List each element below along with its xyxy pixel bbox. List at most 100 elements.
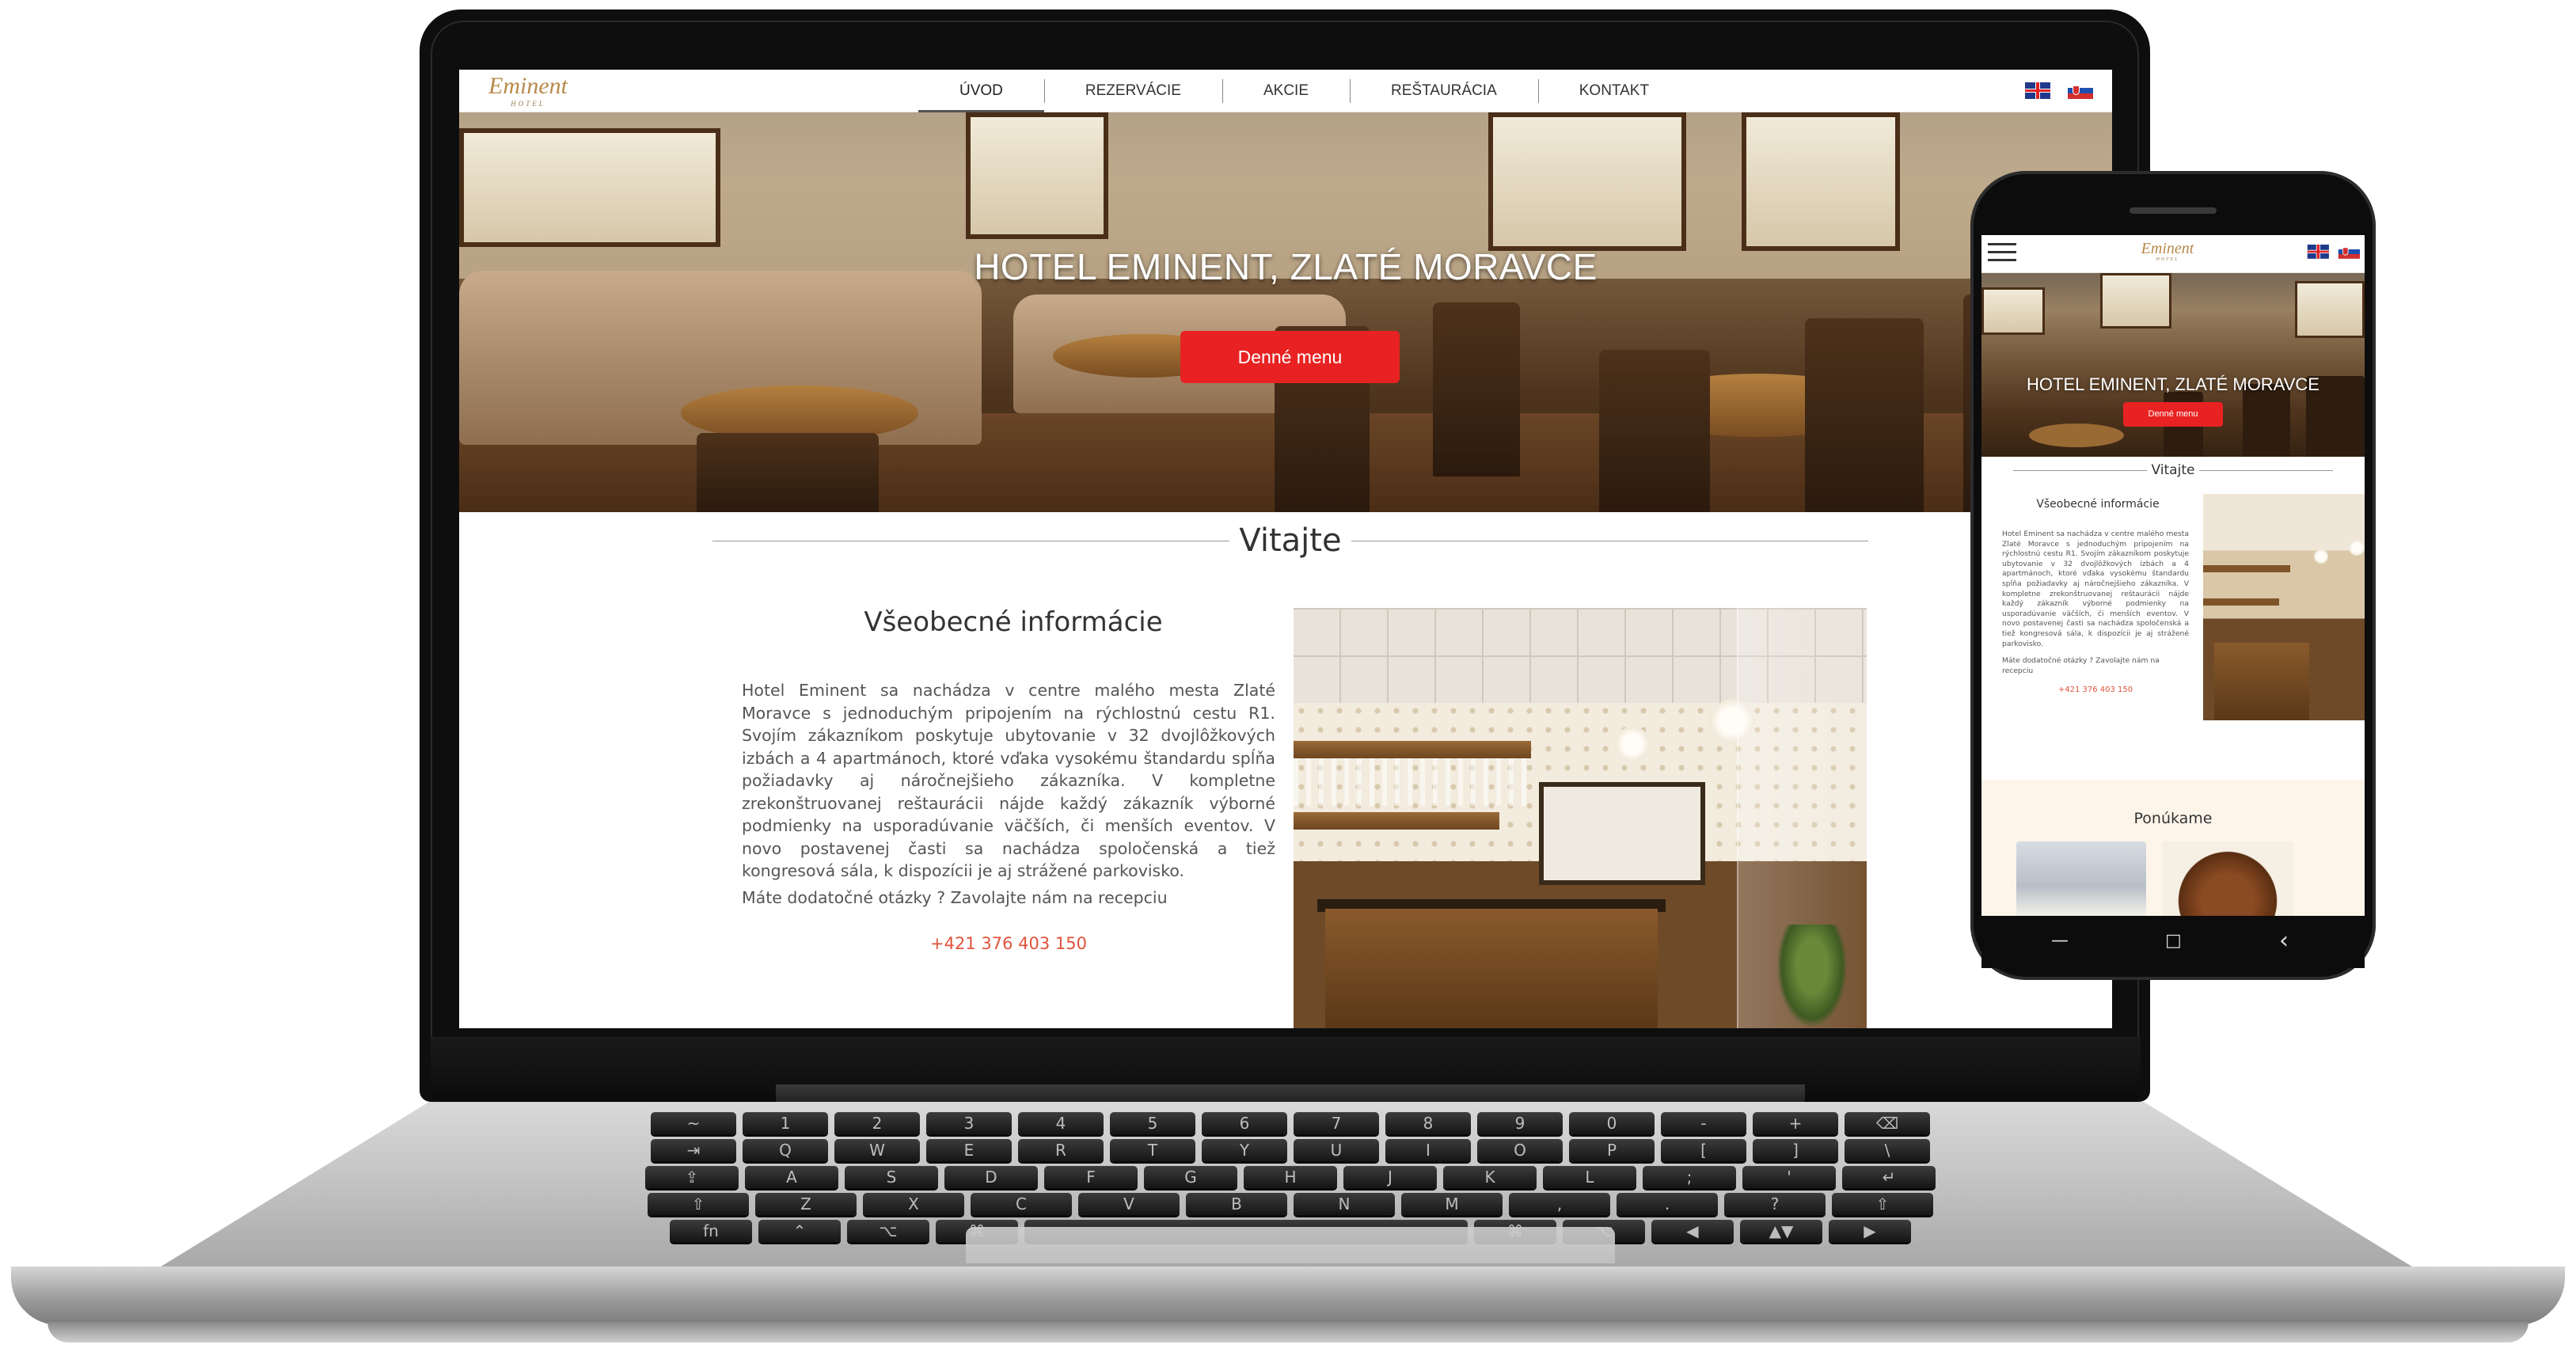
keyboard-key: T bbox=[1110, 1139, 1195, 1161]
info-question: Máte dodatočné otázky ? Zavolajte nám na… bbox=[742, 888, 1168, 907]
reception-phone-link[interactable]: +421 376 403 150 bbox=[742, 934, 1275, 953]
nav-item-restauracia[interactable]: REŠTAURÁCIA bbox=[1350, 70, 1538, 112]
nav-item-kontakt[interactable]: KONTAKT bbox=[1537, 70, 1690, 112]
sk-flag-icon[interactable] bbox=[2338, 245, 2360, 259]
hamburger-menu-icon[interactable] bbox=[1988, 243, 2016, 264]
laptop-base-front bbox=[11, 1267, 2565, 1325]
keyboard-key: I bbox=[1385, 1139, 1471, 1161]
hero-chair bbox=[1599, 350, 1710, 512]
keyboard-key: Z bbox=[755, 1193, 857, 1215]
keyboard-key: 3 bbox=[926, 1112, 1012, 1134]
keyboard-row: ⇧ Z X C V B N M,.? ⇧ bbox=[648, 1193, 1933, 1215]
nav-item-akcie[interactable]: AKCIE bbox=[1222, 70, 1350, 112]
info-text: Hotel Eminent sa nachádza v centre maléh… bbox=[742, 681, 1275, 880]
language-switcher bbox=[2025, 82, 2093, 99]
keyboard-key: fn bbox=[670, 1220, 752, 1242]
keyboard-key: W bbox=[834, 1139, 920, 1161]
mobile-info-text: Hotel Eminent sa nachádza v centre maléh… bbox=[2002, 530, 2189, 648]
keyboard-key: M bbox=[1401, 1193, 1503, 1215]
mobile-hero-banner: HOTEL EMINENT, ZLATÉ MORAVCE Denné menu bbox=[1981, 273, 2365, 457]
keyboard-key: E bbox=[926, 1139, 1012, 1161]
keyboard-key: ▲▼ bbox=[1740, 1220, 1822, 1242]
keyboard-key: ⌥ bbox=[847, 1220, 929, 1242]
home-icon[interactable]: □ bbox=[2165, 932, 2182, 951]
keyboard-key: 7 bbox=[1294, 1112, 1379, 1134]
hero-window bbox=[1742, 112, 1900, 251]
keyboard-key: 9 bbox=[1477, 1112, 1563, 1134]
keyboard-key: H bbox=[1244, 1166, 1337, 1188]
mobile-header: Eminent HOTEL bbox=[1981, 235, 2365, 273]
keyboard-key: U bbox=[1294, 1139, 1379, 1161]
hero-chair bbox=[1433, 302, 1520, 477]
mobile-info-question: Máte dodatočné otázky ? Zavolajte nám na… bbox=[2002, 656, 2160, 675]
keyboard-key: , bbox=[1509, 1193, 1610, 1215]
recent-apps-icon[interactable]: — bbox=[2051, 932, 2069, 951]
offer-room-image[interactable] bbox=[2016, 841, 2146, 916]
keyboard-key: ◀ bbox=[1651, 1220, 1734, 1242]
keyboard-key: ] bbox=[1753, 1139, 1838, 1161]
keyboard-key: [ bbox=[1661, 1139, 1746, 1161]
keyboard-key: B bbox=[1186, 1193, 1287, 1215]
en-flag-icon[interactable] bbox=[2307, 245, 2329, 259]
mobile-daily-menu-button[interactable]: Denné menu bbox=[2123, 402, 2223, 427]
offer-food-image[interactable] bbox=[2162, 841, 2293, 916]
hotel-logo[interactable]: Eminent HOTEL bbox=[477, 73, 579, 109]
keyboard-key: N bbox=[1294, 1193, 1395, 1215]
keyboard-row: ⇥ Q W E R T Y U I O P [] \ bbox=[651, 1139, 1930, 1161]
mobile-language-switcher bbox=[2307, 245, 2360, 259]
hero-picture bbox=[459, 128, 720, 247]
nav-item-rezervacie[interactable]: REZERVÁCIE bbox=[1043, 70, 1222, 112]
mobile-logo-subtitle: HOTEL bbox=[2156, 257, 2179, 262]
sk-flag-icon[interactable] bbox=[2068, 82, 2093, 99]
main-nav: ÚVOD REZERVÁCIE AKCIE REŠTAURÁCIA KONTAK… bbox=[918, 70, 1690, 112]
laptop-base-edge bbox=[47, 1322, 2529, 1343]
phone-speaker bbox=[2130, 207, 2217, 214]
mobile-restaurant-photo bbox=[2203, 494, 2365, 720]
daily-menu-button[interactable]: Denné menu bbox=[1180, 331, 1400, 383]
keyboard-key: ? bbox=[1724, 1193, 1826, 1215]
mobile-reception-phone-link[interactable]: +421 376 403 150 bbox=[2002, 686, 2189, 694]
mobile-photo-lamp bbox=[2314, 549, 2328, 564]
nav-item-uvod[interactable]: ÚVOD bbox=[918, 70, 1044, 112]
photo-shelf bbox=[1294, 812, 1499, 830]
mobile-logo[interactable]: Eminent HOTEL bbox=[2132, 240, 2203, 262]
hero-window bbox=[1488, 112, 1686, 251]
hero-window bbox=[966, 112, 1108, 239]
keyboard-key: Y bbox=[1202, 1139, 1287, 1161]
keyboard-key: 5 bbox=[1110, 1112, 1195, 1134]
keyboard-key: 8 bbox=[1385, 1112, 1471, 1134]
keyboard-key: P bbox=[1569, 1139, 1655, 1161]
keyboard-key: + bbox=[1753, 1112, 1838, 1134]
keyboard-key: S bbox=[845, 1166, 938, 1188]
back-icon[interactable]: ‹ bbox=[2279, 929, 2289, 953]
phone-nav-bar: — □ ‹ bbox=[1981, 916, 2365, 968]
logo-subtitle: HOTEL bbox=[511, 100, 545, 108]
mobile-hero-window bbox=[2100, 273, 2171, 329]
keyboard-key: ' bbox=[1742, 1166, 1836, 1188]
photo-glasses bbox=[1294, 758, 1531, 806]
keyboard-key: - bbox=[1661, 1112, 1746, 1134]
keyboard-key: ⌫ bbox=[1845, 1112, 1930, 1134]
site-header: Eminent HOTEL ÚVOD REZERVÁCIE AKCIE REŠT… bbox=[459, 70, 2112, 112]
mobile-photo-shelf bbox=[2203, 598, 2279, 606]
photo-frame bbox=[1539, 782, 1705, 885]
keyboard-row: ⇪ A S D F G H J K L; ' ↵ bbox=[645, 1166, 1936, 1188]
keyboard-key: J bbox=[1343, 1166, 1437, 1188]
keyboard-key: 0 bbox=[1569, 1112, 1655, 1134]
hero-chair bbox=[697, 433, 879, 512]
en-flag-icon[interactable] bbox=[2025, 82, 2050, 99]
keyboard-key: F bbox=[1044, 1166, 1138, 1188]
keyboard-key: ⇪ bbox=[645, 1166, 739, 1188]
keyboard-key: ⇧ bbox=[1832, 1193, 1933, 1215]
laptop-keyboard: ~1 2 3 4 5 6 7 8 9 0- + ⌫ ⇥ Q W E R T Y U I O P [] \ ⇪ A S D F G H J K L; '… bbox=[443, 1112, 2137, 1242]
keyboard-key: ↵ bbox=[1842, 1166, 1936, 1188]
keyboard-key: G bbox=[1144, 1166, 1237, 1188]
keyboard-key: Q bbox=[743, 1139, 828, 1161]
laptop-screen: Eminent HOTEL ÚVOD REZERVÁCIE AKCIE REŠT… bbox=[459, 70, 2112, 1028]
keyboard-key: 1 bbox=[743, 1112, 828, 1134]
offer-title: Ponúkame bbox=[2133, 810, 2213, 827]
keyboard-key: ⌃ bbox=[758, 1220, 841, 1242]
mobile-hero-title: HOTEL EMINENT, ZLATÉ MORAVCE bbox=[2027, 374, 2320, 394]
hero-chair bbox=[1805, 318, 1924, 512]
welcome-title: Vitajte bbox=[1229, 522, 1351, 559]
